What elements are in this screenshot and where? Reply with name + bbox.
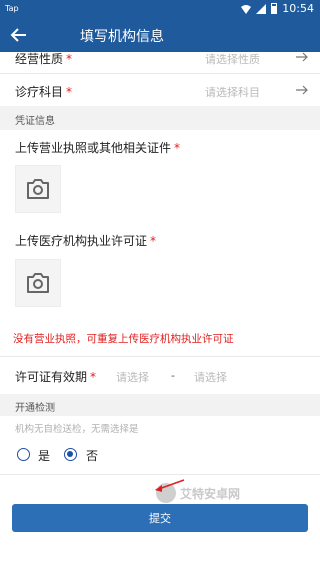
watermark-text: 艾特安卓网 bbox=[180, 486, 241, 501]
business-nature-placeholder: 请选择性质 bbox=[205, 53, 260, 66]
testing-section-header: 开通检测 bbox=[0, 394, 320, 416]
radio-label: 是 bbox=[38, 449, 51, 463]
battery-icon bbox=[271, 3, 278, 14]
medical-license-upload-button[interactable] bbox=[15, 259, 61, 307]
license-validity-row: 许可证有效期 * 请选择 - 请选择 bbox=[0, 357, 320, 393]
radio-button[interactable] bbox=[17, 448, 30, 461]
required-mark: * bbox=[66, 52, 73, 66]
page-title: 填写机构信息 bbox=[80, 29, 164, 45]
medical-license-label: 上传医疗机构执业许可证 bbox=[15, 234, 148, 248]
department-row[interactable]: 诊疗科目 * 请选择科目 bbox=[0, 74, 320, 106]
required-mark: * bbox=[174, 141, 181, 155]
validity-end-picker[interactable]: 请选择 bbox=[194, 369, 227, 385]
annotation-arrow-icon bbox=[155, 479, 185, 492]
department-label: 诊疗科目 bbox=[15, 85, 64, 99]
license-warning-text: 没有营业执照，可重复上传医疗机构执业许可证 bbox=[13, 333, 234, 345]
validity-label: 许可证有效期 bbox=[15, 370, 88, 384]
credentials-section-header: 凭证信息 bbox=[0, 106, 320, 130]
camera-icon bbox=[27, 273, 49, 293]
required-mark: * bbox=[90, 370, 97, 384]
credentials-section-title: 凭证信息 bbox=[15, 116, 55, 127]
arrow-right-icon bbox=[296, 52, 308, 62]
business-license-upload-button[interactable] bbox=[15, 165, 61, 213]
testing-hint-text: 机构无自检送检，无需选择是 bbox=[15, 424, 139, 435]
required-mark: * bbox=[66, 85, 73, 99]
business-nature-label: 经营性质 bbox=[15, 52, 64, 66]
status-app-label: Tap bbox=[5, 4, 19, 13]
app-bar: 填写机构信息 bbox=[0, 18, 320, 52]
status-time: 10:54 bbox=[282, 2, 314, 15]
validity-separator: - bbox=[171, 369, 175, 382]
department-placeholder: 请选择科目 bbox=[205, 86, 260, 99]
status-icons: 10:54 bbox=[241, 2, 314, 15]
camera-icon bbox=[27, 179, 49, 199]
status-bar: Tap 10:54 bbox=[0, 0, 320, 18]
radio-label: 否 bbox=[86, 449, 99, 463]
divider bbox=[0, 474, 320, 475]
arrow-right-icon bbox=[296, 85, 308, 95]
testing-section-title: 开通检测 bbox=[15, 403, 55, 414]
validity-start-picker[interactable]: 请选择 bbox=[116, 369, 149, 385]
submit-button[interactable]: 提交 bbox=[12, 504, 308, 532]
wifi-icon bbox=[241, 4, 252, 14]
back-arrow-icon[interactable] bbox=[10, 26, 28, 44]
radio-button[interactable] bbox=[64, 448, 77, 461]
signal-icon bbox=[256, 3, 267, 14]
required-mark: * bbox=[150, 234, 157, 248]
business-license-label: 上传营业执照或其他相关证件 bbox=[15, 141, 172, 155]
